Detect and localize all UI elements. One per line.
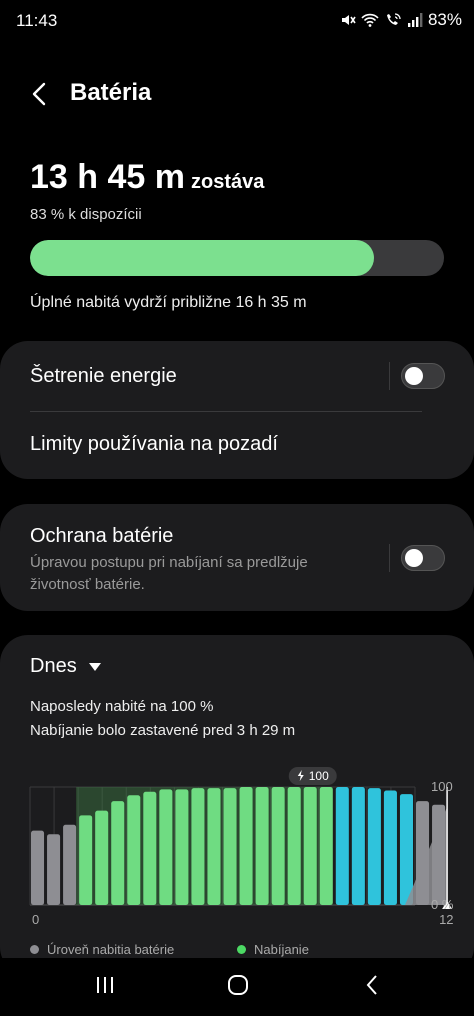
chart-bar xyxy=(63,824,77,905)
last-charged-text: Naposledy nabité na 100 % xyxy=(30,698,214,715)
chart-bar xyxy=(95,810,109,905)
legend-label: Nabíjanie xyxy=(254,942,309,957)
wifi-icon xyxy=(361,13,379,27)
chart-bar xyxy=(255,787,269,905)
battery-protection-toggle[interactable] xyxy=(401,545,445,571)
battery-level-bar xyxy=(30,240,444,276)
page-title: Batéria xyxy=(70,79,152,106)
battery-protection-card: Ochrana batérie Úpravou postupu pri nabí… xyxy=(0,504,474,611)
status-time: 11:43 xyxy=(16,11,58,30)
chart-bar xyxy=(303,787,317,905)
full-charge-note: Úplné nabitá vydrží približne 16 h 35 m xyxy=(30,294,307,311)
remaining-time-value: 13 h 45 m xyxy=(30,158,185,196)
available-percent: 83 % k dispozícii xyxy=(30,206,142,223)
power-saving-label: Šetrenie energie xyxy=(30,365,177,387)
chart-bar xyxy=(351,787,365,905)
battery-protection-label: Ochrana batérie xyxy=(30,525,174,547)
chart-bar xyxy=(127,795,141,905)
status-bar: 11:43 83% xyxy=(0,0,474,40)
legend-label: Úroveň nabitia batérie xyxy=(47,942,175,957)
legend-dot xyxy=(237,945,246,954)
mute-icon xyxy=(341,15,356,25)
toggle-knob xyxy=(405,367,423,385)
chart-bar xyxy=(399,794,413,905)
battery-protection-description-2: životnosť batérie. xyxy=(30,576,145,593)
battery-level-fill xyxy=(30,240,374,276)
usage-card: Dnes Naposledy nabité na 100 % Nabíjanie… xyxy=(0,635,474,975)
chart-bar xyxy=(159,789,173,905)
charge-peak-value: 100 xyxy=(309,769,329,783)
chart-bar xyxy=(191,788,205,905)
remaining-time: 13 h 45 m zostáva xyxy=(30,158,264,197)
signal-icon xyxy=(407,13,423,27)
period-selector[interactable]: Dnes xyxy=(30,655,101,678)
background-limits-row[interactable]: Limity používania na pozadí xyxy=(0,412,474,479)
x-tick-label: 0 xyxy=(32,912,39,927)
chart-bar xyxy=(207,788,221,905)
legend-item-level: Úroveň nabitia batérie xyxy=(30,942,174,957)
period-label: Dnes xyxy=(30,655,77,677)
charging-stopped-text: Nabíjanie bolo zastavené pred 3 h 29 m xyxy=(30,722,296,739)
background-limits-label: Limity používania na pozadí xyxy=(30,433,278,455)
home-icon[interactable] xyxy=(227,974,249,996)
chart-bar xyxy=(287,787,301,905)
chart-bar xyxy=(175,789,189,905)
dropdown-arrow-icon xyxy=(88,662,101,671)
remaining-time-suffix: zostáva xyxy=(190,171,265,193)
battery-protection-description-1: Úpravou postupu pri nabíjaní sa predlžuj… xyxy=(30,554,308,571)
battery-percent: 83% xyxy=(427,10,462,29)
row-divider xyxy=(389,362,390,390)
legend-dot xyxy=(30,945,39,954)
x-tick-label: 12 xyxy=(439,912,453,927)
app-header: Batéria xyxy=(0,76,474,112)
row-divider xyxy=(389,544,390,572)
chart-bar xyxy=(271,787,285,905)
navigation-bar xyxy=(0,958,474,1016)
chart-bar xyxy=(367,788,381,905)
chart-bar xyxy=(335,787,349,905)
power-saving-row[interactable]: Šetrenie energie xyxy=(0,341,474,411)
back-arrow-icon[interactable] xyxy=(26,80,54,108)
battery-usage-chart: 100 0 12 100 0 % xyxy=(29,767,454,927)
back-icon[interactable] xyxy=(362,974,384,996)
chart-bar xyxy=(383,790,397,905)
wifi-calling-icon xyxy=(386,13,401,25)
chart-bar xyxy=(79,815,93,905)
status-icons: 83% xyxy=(340,10,462,30)
legend-item-charging: Nabíjanie xyxy=(237,942,309,957)
chart-bar xyxy=(111,801,125,905)
chart-bar xyxy=(143,791,157,905)
y-tick-label: 100 xyxy=(431,779,453,794)
chart-bar xyxy=(47,834,61,905)
y-tick-label: 0 % xyxy=(431,897,454,912)
chart-bar xyxy=(319,787,333,905)
chart-bar xyxy=(223,788,237,905)
chart-bar xyxy=(31,830,45,905)
chart-bar xyxy=(239,787,253,905)
toggle-knob xyxy=(405,549,423,567)
power-settings-card: Šetrenie energie Limity používania na po… xyxy=(0,341,474,479)
recent-apps-icon[interactable] xyxy=(94,974,116,996)
power-saving-toggle[interactable] xyxy=(401,363,445,389)
